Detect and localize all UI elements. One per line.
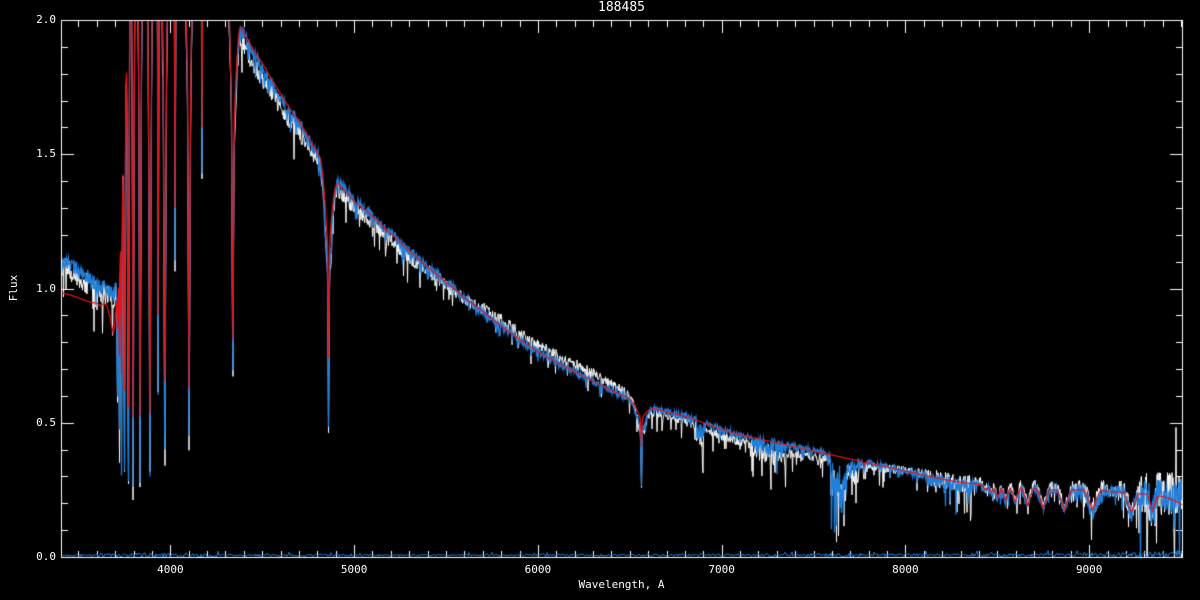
y-tick-label: 1.5 [36, 147, 56, 161]
x-tick-label: 7000 [708, 563, 735, 576]
x-tick-label: 6000 [524, 563, 552, 576]
x-tick-label: 9000 [1075, 563, 1103, 576]
spectrum-canvas [0, 0, 1200, 600]
x-tick-label: 8000 [892, 563, 919, 576]
y-tick-label: 2.0 [36, 13, 56, 26]
x-tick-label: 4000 [157, 563, 184, 576]
x-tick-label: 5000 [340, 563, 368, 576]
y-tick-label: 0.0 [36, 550, 56, 563]
x-axis-label: Wavelength, A [578, 578, 665, 591]
y-tick-label: 0.5 [36, 415, 56, 429]
spectrum-plot-window: 188485 Wavelength, A Flux 4000 5000 6000 70… [0, 0, 1200, 600]
plot-title: 188485 [598, 0, 645, 15]
y-tick-label: 1.0 [36, 281, 56, 295]
